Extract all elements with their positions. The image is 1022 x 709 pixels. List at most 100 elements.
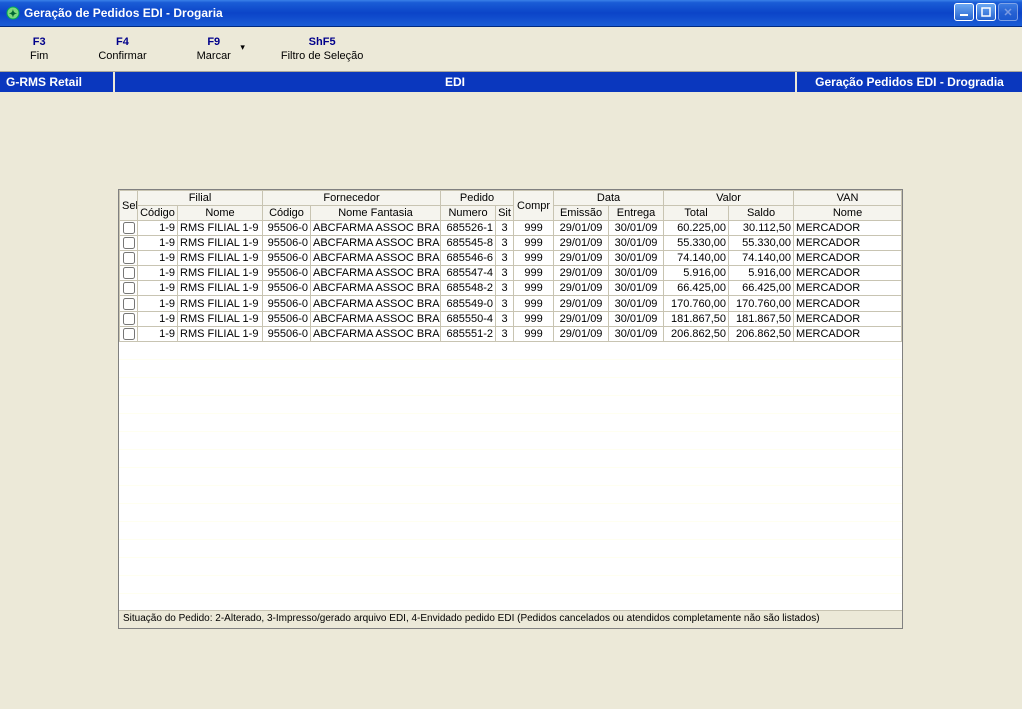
cell-total: 5.916,00 bbox=[664, 266, 729, 281]
col-header[interactable]: Código bbox=[263, 206, 311, 221]
cell-emissao: 29/01/09 bbox=[554, 266, 609, 281]
cell-forn-codigo: 95506-0 bbox=[263, 311, 311, 326]
row-checkbox[interactable] bbox=[123, 282, 135, 294]
breadcrumb-mid: EDI bbox=[115, 72, 797, 92]
row-select-cell[interactable] bbox=[120, 236, 138, 251]
row-checkbox[interactable] bbox=[123, 298, 135, 310]
toolbar-label: Filtro de Seleção bbox=[281, 50, 364, 62]
cell-compr: 999 bbox=[514, 326, 554, 341]
toolbar-marcar[interactable]: F9 Marcar ▾ bbox=[197, 36, 231, 62]
breadcrumb-left: G-RMS Retail bbox=[0, 72, 115, 92]
table-row[interactable]: 1-9RMS FILIAL 1-995506-0ABCFARMA ASSOC B… bbox=[120, 281, 902, 296]
cell-forn-nome: ABCFARMA ASSOC BRAS bbox=[311, 281, 441, 296]
cell-forn-nome: ABCFARMA ASSOC BRAS bbox=[311, 266, 441, 281]
col-header[interactable]: Saldo bbox=[729, 206, 794, 221]
row-checkbox[interactable] bbox=[123, 237, 135, 249]
cell-van: MERCADOR bbox=[794, 296, 902, 311]
col-header[interactable]: Emissão bbox=[554, 206, 609, 221]
cell-forn-nome: ABCFARMA ASSOC BRAS bbox=[311, 221, 441, 236]
cell-pedido-sit: 3 bbox=[496, 221, 514, 236]
col-header[interactable]: Numero bbox=[441, 206, 496, 221]
col-group-pedido[interactable]: Pedido bbox=[441, 191, 514, 206]
col-header[interactable]: Entrega bbox=[609, 206, 664, 221]
row-checkbox[interactable] bbox=[123, 222, 135, 234]
cell-entrega: 30/01/09 bbox=[609, 266, 664, 281]
row-select-cell[interactable] bbox=[120, 266, 138, 281]
cell-saldo: 74.140,00 bbox=[729, 251, 794, 266]
col-header-sel[interactable]: Sel bbox=[120, 191, 138, 221]
row-select-cell[interactable] bbox=[120, 251, 138, 266]
status-footer: Situação do Pedido: 2-Alterado, 3-Impres… bbox=[119, 610, 902, 628]
cell-total: 206.862,50 bbox=[664, 326, 729, 341]
col-group-data[interactable]: Data bbox=[554, 191, 664, 206]
cell-filial-nome: RMS FILIAL 1-9 bbox=[178, 266, 263, 281]
table-row[interactable]: 1-9RMS FILIAL 1-995506-0ABCFARMA ASSOC B… bbox=[120, 266, 902, 281]
col-group-fornecedor[interactable]: Fornecedor bbox=[263, 191, 441, 206]
col-group-van[interactable]: VAN bbox=[794, 191, 902, 206]
cell-entrega: 30/01/09 bbox=[609, 236, 664, 251]
table-row[interactable]: 1-9RMS FILIAL 1-995506-0ABCFARMA ASSOC B… bbox=[120, 296, 902, 311]
titlebar: ✦ Geração de Pedidos EDI - Drogaria bbox=[0, 0, 1022, 27]
cell-entrega: 30/01/09 bbox=[609, 296, 664, 311]
col-group-valor[interactable]: Valor bbox=[664, 191, 794, 206]
row-select-cell[interactable] bbox=[120, 221, 138, 236]
table-row[interactable]: 1-9RMS FILIAL 1-995506-0ABCFARMA ASSOC B… bbox=[120, 236, 902, 251]
row-select-cell[interactable] bbox=[120, 311, 138, 326]
row-select-cell[interactable] bbox=[120, 281, 138, 296]
row-checkbox[interactable] bbox=[123, 252, 135, 264]
row-select-cell[interactable] bbox=[120, 296, 138, 311]
col-header[interactable]: Nome bbox=[178, 206, 263, 221]
cell-compr: 999 bbox=[514, 221, 554, 236]
cell-saldo: 181.867,50 bbox=[729, 311, 794, 326]
col-header[interactable]: Código bbox=[138, 206, 178, 221]
toolbar-fim[interactable]: F3 Fim bbox=[30, 36, 48, 62]
chevron-down-icon[interactable]: ▾ bbox=[240, 42, 245, 53]
cell-compr: 999 bbox=[514, 296, 554, 311]
svg-text:✦: ✦ bbox=[9, 9, 17, 20]
cell-van: MERCADOR bbox=[794, 251, 902, 266]
cell-entrega: 30/01/09 bbox=[609, 281, 664, 296]
row-checkbox[interactable] bbox=[123, 328, 135, 340]
table-row[interactable]: 1-9RMS FILIAL 1-995506-0ABCFARMA ASSOC B… bbox=[120, 221, 902, 236]
cell-emissao: 29/01/09 bbox=[554, 311, 609, 326]
cell-forn-codigo: 95506-0 bbox=[263, 236, 311, 251]
cell-pedido-sit: 3 bbox=[496, 311, 514, 326]
toolbar-key: F4 bbox=[98, 36, 146, 48]
cell-total: 55.330,00 bbox=[664, 236, 729, 251]
cell-emissao: 29/01/09 bbox=[554, 296, 609, 311]
table-row[interactable]: 1-9RMS FILIAL 1-995506-0ABCFARMA ASSOC B… bbox=[120, 326, 902, 341]
cell-forn-codigo: 95506-0 bbox=[263, 221, 311, 236]
table-row[interactable]: 1-9RMS FILIAL 1-995506-0ABCFARMA ASSOC B… bbox=[120, 251, 902, 266]
row-checkbox[interactable] bbox=[123, 313, 135, 325]
cell-compr: 999 bbox=[514, 251, 554, 266]
toolbar-filtro[interactable]: ShF5 Filtro de Seleção bbox=[281, 36, 364, 62]
col-header-compr[interactable]: Compr bbox=[514, 191, 554, 221]
cell-saldo: 66.425,00 bbox=[729, 281, 794, 296]
breadcrumb-right: Geração Pedidos EDI - Drogradia bbox=[797, 72, 1022, 92]
toolbar-confirmar[interactable]: F4 Confirmar bbox=[98, 36, 146, 62]
col-header[interactable]: Total bbox=[664, 206, 729, 221]
cell-forn-nome: ABCFARMA ASSOC BRAS bbox=[311, 236, 441, 251]
minimize-button[interactable] bbox=[954, 3, 974, 21]
maximize-button[interactable] bbox=[976, 3, 996, 21]
col-header[interactable]: Nome Fantasia bbox=[311, 206, 441, 221]
col-header[interactable]: Sit bbox=[496, 206, 514, 221]
cell-emissao: 29/01/09 bbox=[554, 281, 609, 296]
cell-pedido-numero: 685551-2 bbox=[441, 326, 496, 341]
cell-forn-nome: ABCFARMA ASSOC BRAS bbox=[311, 311, 441, 326]
table-row[interactable]: 1-9RMS FILIAL 1-995506-0ABCFARMA ASSOC B… bbox=[120, 311, 902, 326]
cell-pedido-sit: 3 bbox=[496, 326, 514, 341]
row-checkbox[interactable] bbox=[123, 267, 135, 279]
col-group-filial[interactable]: Filial bbox=[138, 191, 263, 206]
data-grid[interactable]: Sel Filial Fornecedor Pedido Compr Data … bbox=[119, 190, 902, 342]
row-select-cell[interactable] bbox=[120, 326, 138, 341]
col-header[interactable]: Nome bbox=[794, 206, 902, 221]
cell-forn-nome: ABCFARMA ASSOC BRAS bbox=[311, 326, 441, 341]
cell-total: 60.225,00 bbox=[664, 221, 729, 236]
cell-pedido-sit: 3 bbox=[496, 236, 514, 251]
cell-total: 74.140,00 bbox=[664, 251, 729, 266]
app-icon: ✦ bbox=[6, 6, 20, 20]
cell-compr: 999 bbox=[514, 236, 554, 251]
cell-saldo: 30.112,50 bbox=[729, 221, 794, 236]
grid-panel: Sel Filial Fornecedor Pedido Compr Data … bbox=[118, 189, 903, 629]
